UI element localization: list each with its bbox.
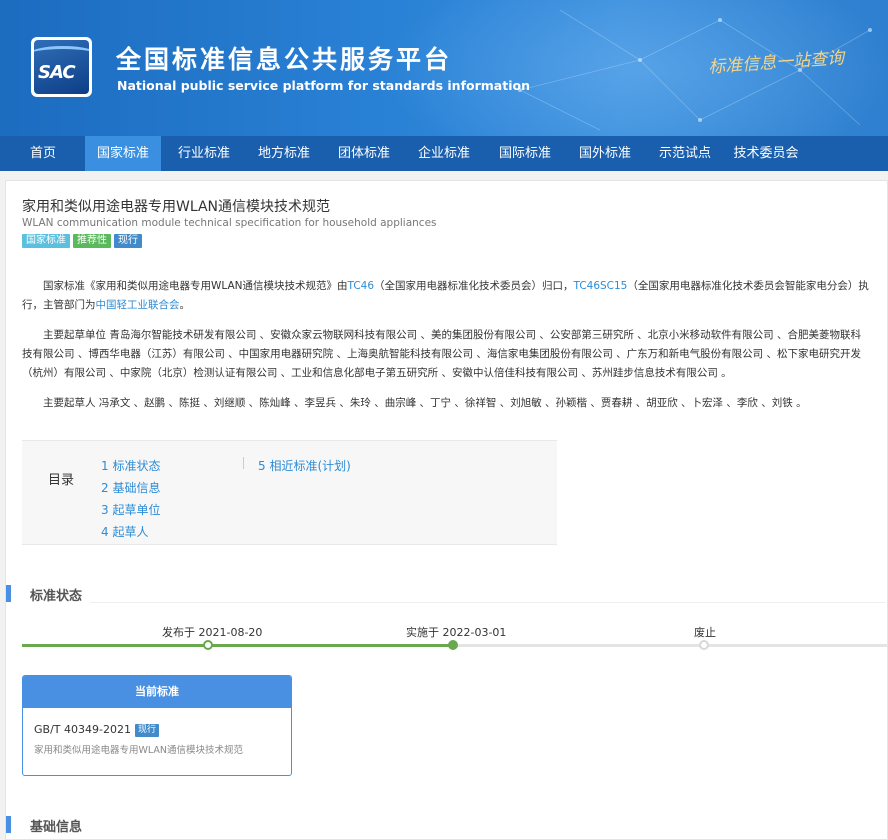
section-status-divider	[90, 602, 885, 603]
tc46-link[interactable]: TC46	[348, 280, 375, 292]
site-title: 全国标准信息公共服务平台	[116, 45, 453, 74]
badge-recommended: 推荐性	[73, 234, 111, 248]
toc-label: 目录	[48, 473, 75, 488]
timeline-label-published: 发布于 2021-08-20	[162, 626, 263, 639]
badge-national-standard: 国家标准	[22, 234, 70, 248]
intro-paragraph: 国家标准《家用和类似用途电器专用WLAN通信模块技术规范》由TC46（全国家用电…	[22, 277, 870, 315]
nav-item-tech-committee[interactable]: 技术委员会	[727, 136, 805, 171]
toc-link-drafters[interactable]: 4 起草人	[101, 521, 160, 543]
timeline-dot-published	[203, 640, 213, 650]
intro-text-d: 。	[179, 299, 191, 311]
timeline-progress	[22, 644, 453, 647]
intro-text-b: （全国家用电器标准化技术委员会）归口，	[374, 280, 574, 292]
current-standard-card[interactable]: 当前标准 GB/T 40349-2021 现行 家用和类似用途电器专用WLAN通信…	[22, 675, 292, 776]
nav-item-industry-standards[interactable]: 行业标准	[166, 136, 242, 171]
section-basic-title: 基础信息	[30, 820, 83, 835]
standard-badges: 国家标准 推荐性 现行	[22, 234, 142, 248]
timeline-dot-implemented	[448, 640, 458, 650]
toc-link-drafting-units[interactable]: 3 起草单位	[101, 499, 160, 521]
nav-item-national-standards[interactable]: 国家标准	[85, 136, 161, 171]
toc-link-similar-standards[interactable]: 5 相近标准(计划)	[258, 455, 351, 477]
current-standard-code-row: GB/T 40349-2021 现行	[34, 723, 159, 737]
current-standard-name: 家用和类似用途电器专用WLAN通信模块技术规范	[34, 745, 244, 756]
toc-link-status[interactable]: 1 标准状态	[101, 455, 160, 477]
toc-column-2: 5 相近标准(计划)	[258, 455, 351, 477]
current-standard-header: 当前标准	[23, 676, 291, 708]
logo-text: SAC	[38, 62, 76, 83]
drafters-paragraph: 主要起草人 冯承文 、赵鹏 、陈挺 、刘继顺 、陈灿峰 、李昱兵 、朱玲 、曲宗…	[22, 394, 870, 413]
nav-item-pilot-demo[interactable]: 示范试点	[647, 136, 723, 171]
toc-divider	[243, 457, 244, 469]
intro-text-a: 国家标准《家用和类似用途电器专用WLAN通信模块技术规范》由	[43, 280, 348, 292]
site-subtitle: National public service platform for sta…	[117, 78, 530, 93]
main-nav: 首页 国家标准 行业标准 地方标准 团体标准 企业标准 国际标准 国外标准 示范…	[0, 136, 888, 171]
nav-item-foreign-standards[interactable]: 国外标准	[567, 136, 643, 171]
drafting-units-paragraph: 主要起草单位 青岛海尔智能技术研发有限公司 、安徽众家云物联网科技有限公司 、美…	[22, 326, 870, 383]
drafters-text: 主要起草人 冯承文 、赵鹏 、陈挺 、刘继顺 、陈灿峰 、李昱兵 、朱玲 、曲宗…	[43, 397, 807, 409]
nav-item-local-standards[interactable]: 地方标准	[246, 136, 322, 171]
toc-column-1: 1 标准状态 2 基础信息 3 起草单位 4 起草人	[101, 455, 160, 543]
section-basic-marker	[6, 816, 11, 833]
current-standard-badge: 现行	[134, 724, 159, 737]
nav-item-enterprise-standards[interactable]: 企业标准	[406, 136, 482, 171]
tc46sc15-link[interactable]: TC46SC15	[574, 280, 628, 292]
header-banner: SAC 全国标准信息公共服务平台 National public service…	[0, 0, 888, 136]
badge-current: 现行	[114, 234, 142, 248]
standard-title-en: WLAN communication module technical spec…	[22, 217, 437, 229]
department-link[interactable]: 中国轻工业联合会	[96, 299, 180, 311]
timeline-label-abolished: 废止	[694, 626, 716, 639]
section-status-title: 标准状态	[30, 589, 83, 604]
current-standard-code: GB/T 40349-2021	[34, 723, 131, 736]
nav-item-home[interactable]: 首页	[19, 136, 67, 171]
sac-logo[interactable]: SAC	[31, 37, 92, 97]
drafting-units-text: 主要起草单位 青岛海尔智能技术研发有限公司 、安徽众家云物联网科技有限公司 、美…	[22, 329, 862, 379]
standard-title: 家用和类似用途电器专用WLAN通信模块技术规范	[22, 199, 331, 215]
nav-item-group-standards[interactable]: 团体标准	[326, 136, 402, 171]
toc-link-basic-info[interactable]: 2 基础信息	[101, 477, 160, 499]
nav-item-international-standards[interactable]: 国际标准	[487, 136, 563, 171]
timeline-dot-abolished	[699, 640, 709, 650]
table-of-contents: 目录 1 标准状态 2 基础信息 3 起草单位 4 起草人 5 相近标准(计划)	[22, 440, 557, 545]
timeline-label-implemented: 实施于 2022-03-01	[406, 626, 507, 639]
section-status-marker	[6, 585, 11, 602]
